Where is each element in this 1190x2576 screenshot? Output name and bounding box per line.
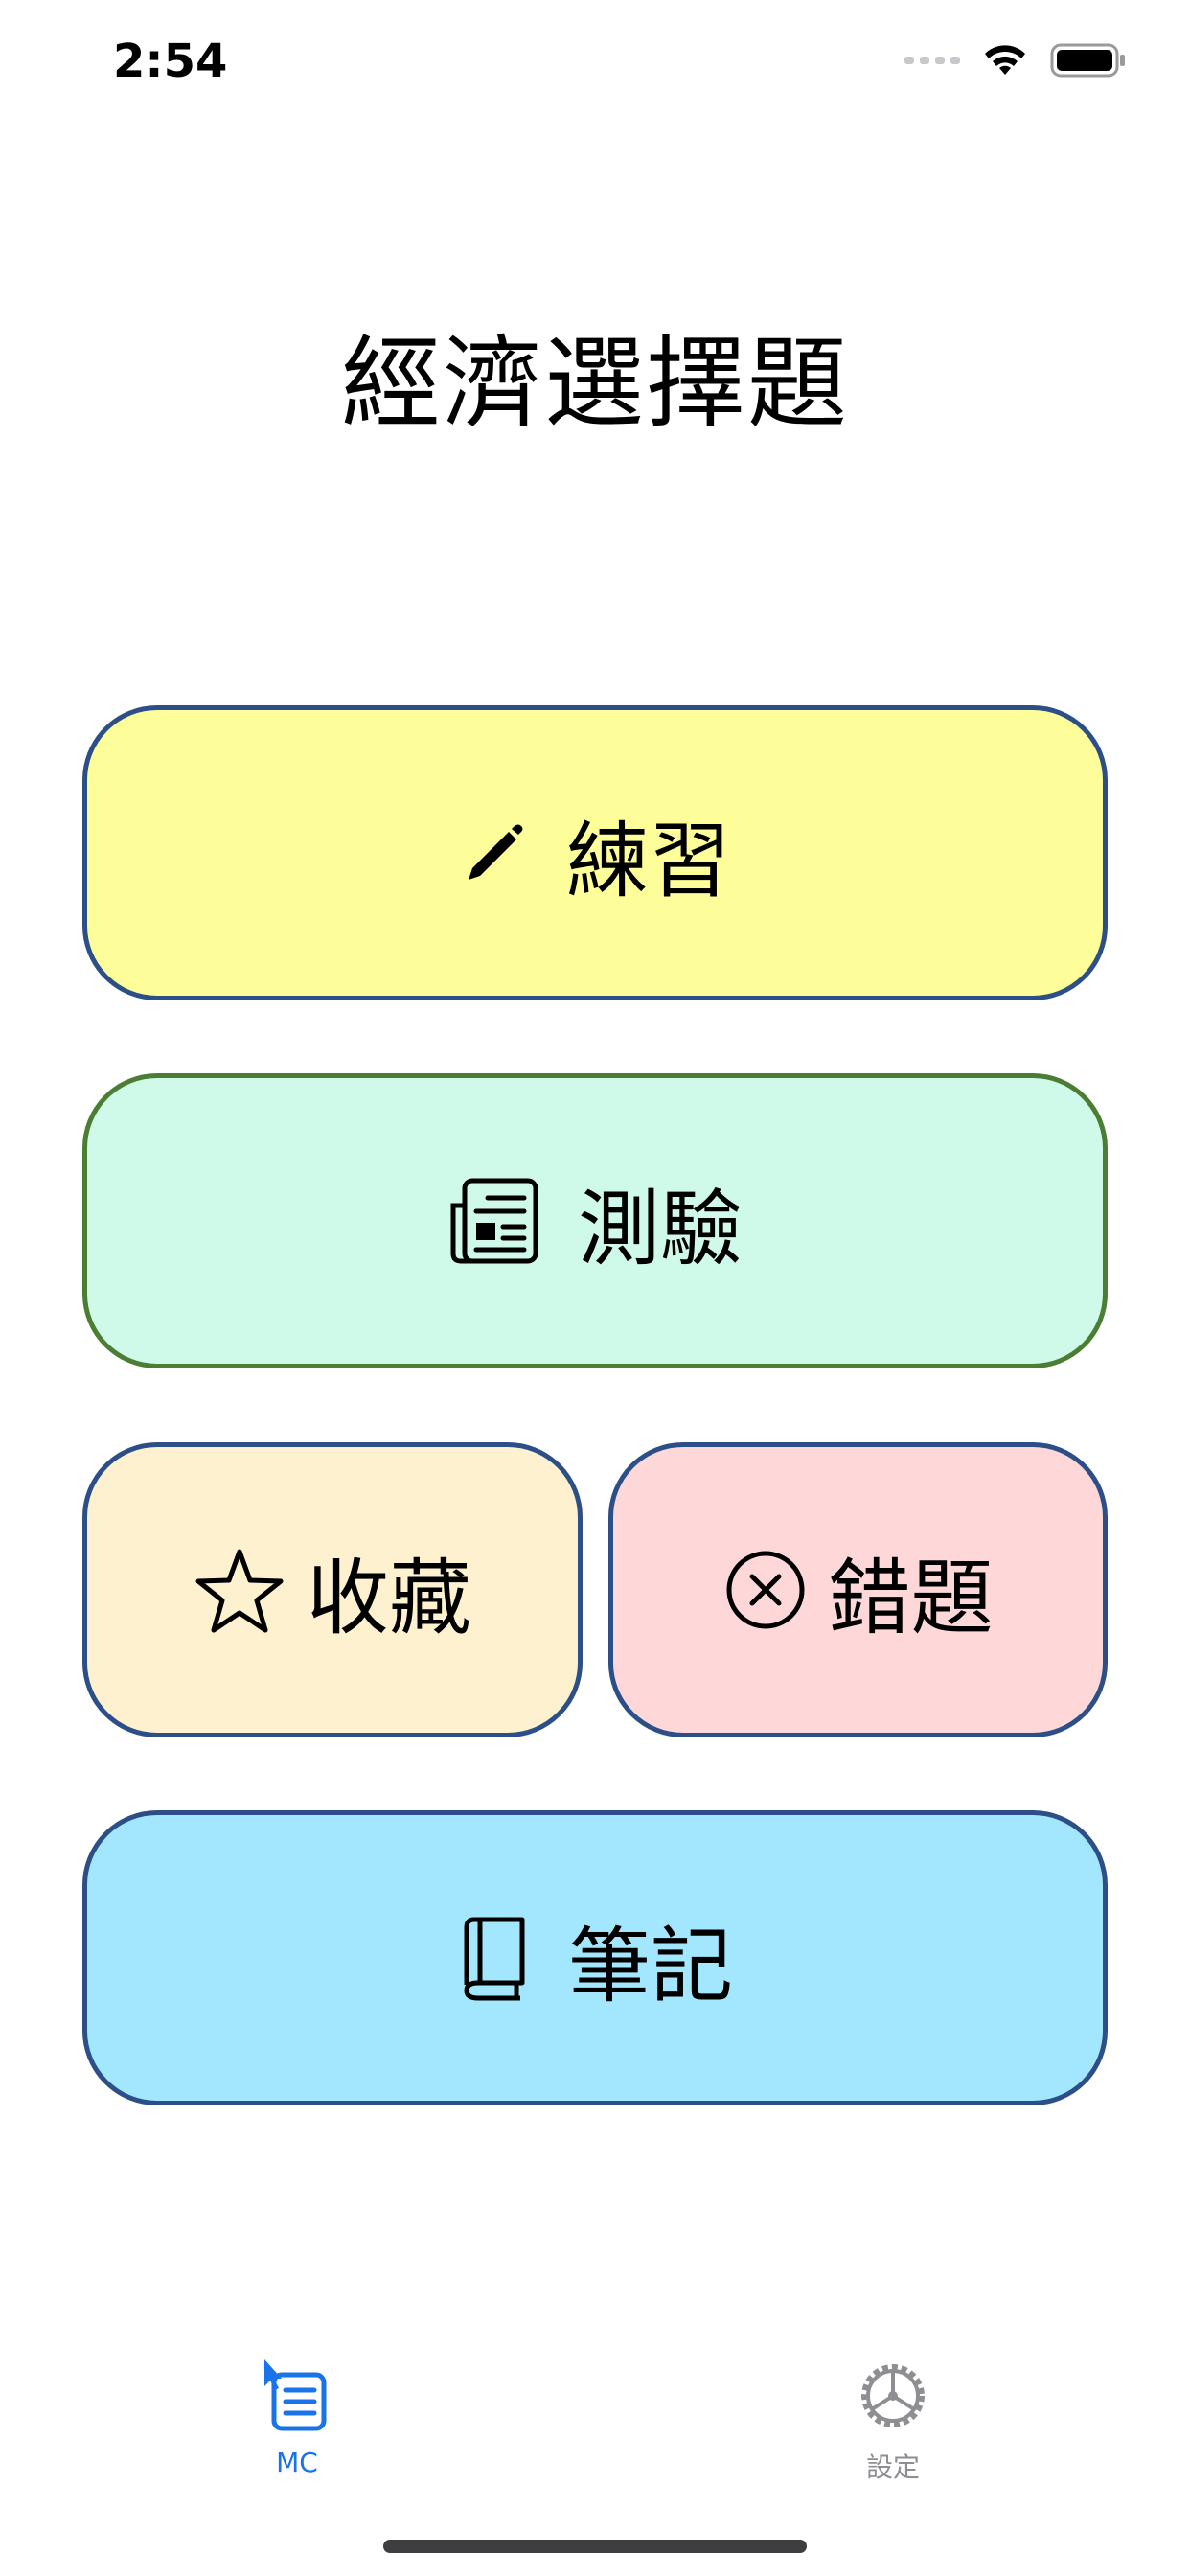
- signal-dots-icon: [904, 53, 960, 72]
- tab-settings-label: 設定: [865, 2451, 920, 2483]
- wrong-answers-label: 錯題: [828, 1550, 994, 1646]
- gear-icon: [855, 2358, 931, 2441]
- home-indicator[interactable]: [383, 2540, 807, 2553]
- tab-mc[interactable]: MC: [201, 2358, 393, 2478]
- x-circle-icon: [723, 1548, 808, 1632]
- status-time: 2:54: [113, 34, 228, 88]
- page-title: 經濟選擇題: [340, 325, 849, 442]
- status-icons: [904, 42, 1127, 82]
- newspaper-icon: [447, 1177, 539, 1265]
- list-icon: [259, 2358, 335, 2441]
- tab-bar: MC 設定: [0, 2319, 1190, 2511]
- app-screen: 2:54 經濟選擇題 練習 測驗 收藏 錯題 筆記 MC 設定: [0, 0, 1190, 2576]
- practice-button[interactable]: 練習: [82, 705, 1108, 1000]
- pencil-icon: [459, 818, 528, 887]
- notes-button[interactable]: 筆記: [82, 1810, 1108, 2105]
- battery-icon: [1050, 42, 1127, 82]
- quiz-button[interactable]: 測驗: [82, 1073, 1108, 1368]
- practice-label: 練習: [566, 813, 731, 909]
- book-icon: [457, 1914, 530, 2002]
- tab-settings[interactable]: 設定: [797, 2358, 989, 2485]
- quiz-label: 測驗: [578, 1181, 743, 1277]
- star-icon: [194, 1546, 286, 1634]
- wifi-icon: [981, 42, 1029, 82]
- tab-mc-label: MC: [276, 2447, 318, 2478]
- wrong-answers-button[interactable]: 錯題: [608, 1442, 1108, 1737]
- favorites-label: 收藏: [307, 1550, 471, 1646]
- favorites-button[interactable]: 收藏: [82, 1442, 583, 1737]
- notes-label: 筆記: [568, 1918, 733, 2014]
